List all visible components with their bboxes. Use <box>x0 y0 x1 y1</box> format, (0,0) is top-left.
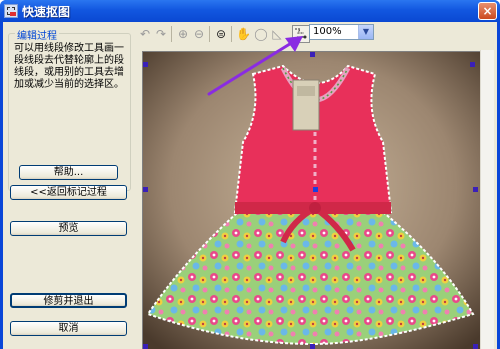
selection-handle <box>473 187 478 192</box>
selection-handle <box>470 62 475 67</box>
selection-handle <box>313 187 318 192</box>
help-button[interactable]: 帮助... <box>19 165 118 180</box>
toolbar-separator <box>171 26 172 42</box>
title-bar: 快速抠图 × <box>0 0 500 22</box>
group-title: 编辑过程 <box>15 27 59 42</box>
edit-process-group: 编辑过程 可以用线段修改工具画一段线段去代替轮廓上的段线段，或用别的工具去增加或… <box>8 27 131 191</box>
zoom-in-icon[interactable]: ⊕ <box>176 27 190 41</box>
instructions-text: 可以用线段修改工具画一段线段去代替轮廓上的段线段，或用别的工具去增加或减少当前的… <box>14 43 124 90</box>
undo-icon[interactable]: ↶ <box>138 27 152 41</box>
selection-handle <box>143 187 148 192</box>
preview-button[interactable]: 预览 <box>10 221 127 236</box>
redo-icon[interactable]: ↷ <box>154 27 168 41</box>
app-icon <box>4 4 18 18</box>
crop-and-exit-button[interactable]: 修剪并退出 <box>10 293 127 308</box>
selection-handle <box>473 344 478 349</box>
back-to-marking-button[interactable]: <<返回标记过程 <box>10 185 127 200</box>
zoom-value: 100% <box>313 26 342 37</box>
dialog-body: 编辑过程 可以用线段修改工具画一段线段去代替轮廓上的段线段，或用别的工具去增加或… <box>3 22 497 349</box>
chevron-down-icon[interactable]: ▼ <box>358 25 373 39</box>
close-button[interactable]: × <box>478 2 497 20</box>
zoom-select[interactable]: 100% ▼ <box>309 24 374 40</box>
selection-handle <box>310 344 315 349</box>
annotation-arrow <box>207 36 303 96</box>
window-title: 快速抠图 <box>22 5 71 19</box>
selection-handle <box>143 344 148 349</box>
vertical-scrollbar[interactable] <box>480 50 494 349</box>
cancel-button[interactable]: 取消 <box>10 321 127 336</box>
quick-cutout-window: 快速抠图 × 编辑过程 可以用线段修改工具画一段线段去代替轮廓上的段线段，或用别… <box>0 0 500 349</box>
selection-handle <box>143 62 148 67</box>
